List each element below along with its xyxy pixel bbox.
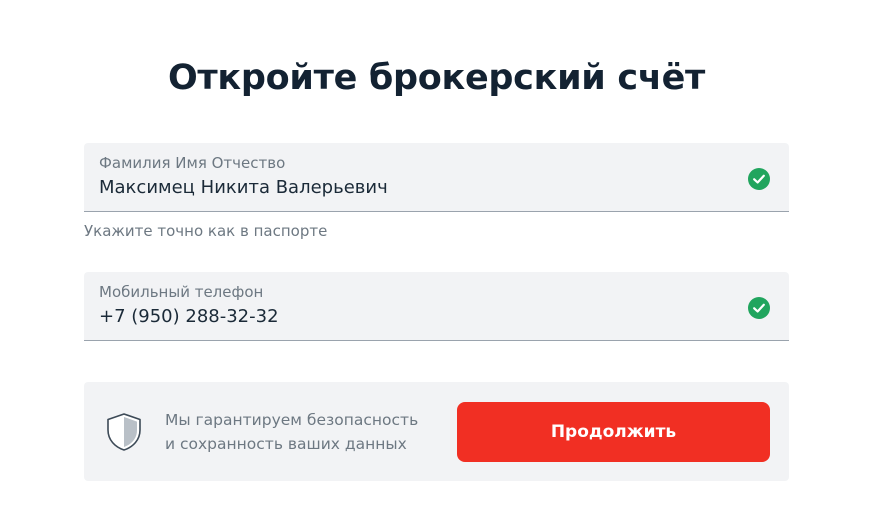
security-text-line-1: Мы гарантируем безопасность (165, 411, 419, 429)
full-name-field[interactable]: Фамилия Имя Отчество (84, 143, 789, 212)
full-name-label: Фамилия Имя Отчество (99, 154, 286, 172)
security-text-line-2: и сохранность ваших данных (165, 435, 407, 453)
check-circle-icon (748, 168, 770, 190)
security-text: Мы гарантируем безопасность и сохранност… (165, 408, 445, 456)
page-title: Откройте брокерский счёт (167, 58, 706, 98)
phone-field[interactable]: Мобильный телефон (84, 272, 789, 341)
full-name-hint: Укажите точно как в паспорте (84, 222, 328, 240)
full-name-input[interactable] (99, 177, 719, 198)
continue-button[interactable]: Продолжить (457, 402, 770, 462)
shield-icon (107, 413, 141, 451)
phone-input[interactable] (99, 306, 719, 327)
security-panel: Мы гарантируем безопасность и сохранност… (84, 382, 789, 481)
phone-label: Мобильный телефон (99, 283, 264, 301)
check-circle-icon (748, 297, 770, 319)
